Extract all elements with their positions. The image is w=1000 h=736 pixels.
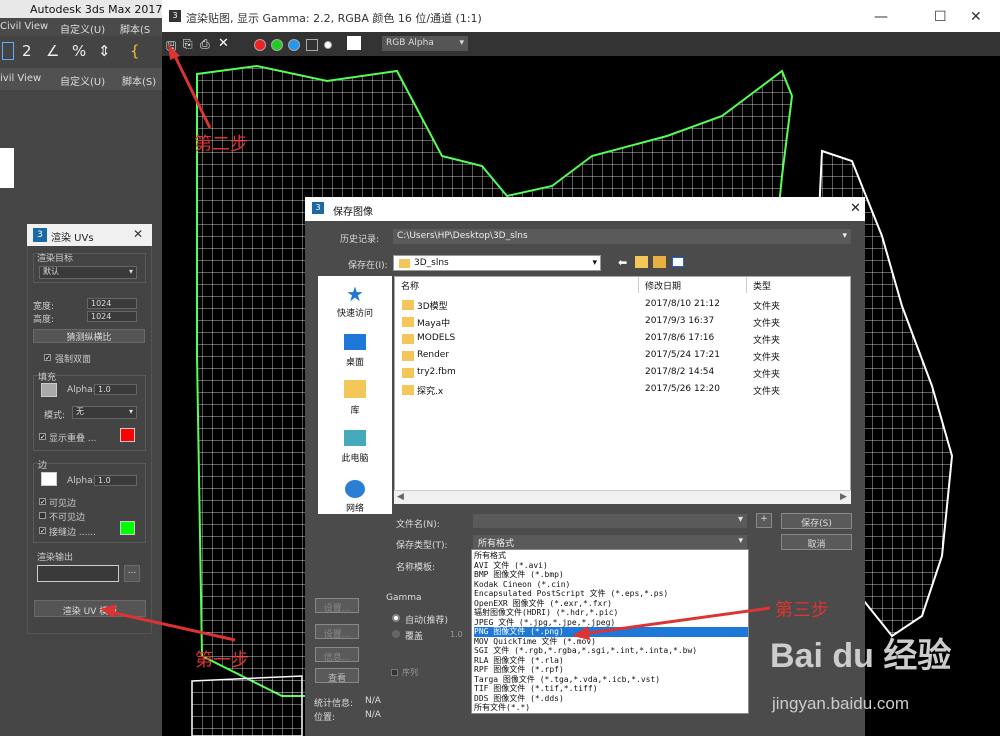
arrow-step2 — [170, 49, 212, 129]
baidu-watermark-logo: Bai du 经验 — [770, 637, 952, 675]
step1-annotation: 第一步 — [195, 650, 249, 671]
baidu-watermark-url: jingyan.baidu.com — [772, 694, 910, 713]
arrowhead-step3 — [572, 626, 590, 640]
arrow-step3 — [581, 606, 771, 636]
annotation-arrows — [100, 44, 771, 642]
arrowhead-step2 — [168, 44, 180, 60]
step2-annotation: 第二步 — [194, 134, 248, 155]
arrowhead-step1 — [100, 604, 116, 618]
step3-annotation: 第三步 — [775, 600, 829, 621]
arrow-step1 — [109, 610, 236, 642]
